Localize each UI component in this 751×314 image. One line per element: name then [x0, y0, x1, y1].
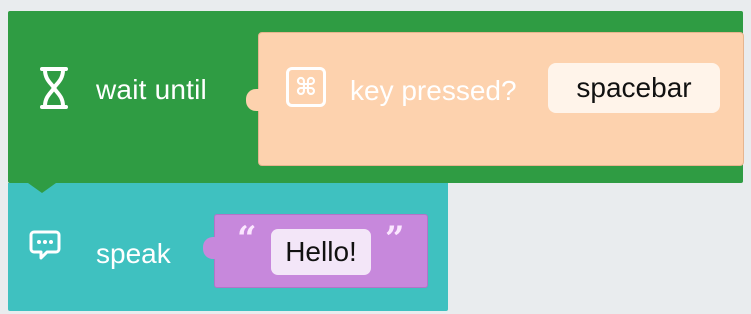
wait-until-label: wait until	[96, 74, 207, 105]
key-pressed-block[interactable]: ⌘ key pressed? spacebar	[246, 32, 744, 166]
key-pressed-label: key pressed?	[350, 75, 517, 106]
text-input-field[interactable]: Hello!	[271, 229, 371, 275]
open-quote-icon: “	[237, 219, 257, 259]
key-dropdown[interactable]: spacebar	[548, 63, 720, 113]
text-reporter-block[interactable]: “ Hello! ”	[203, 214, 428, 288]
speak-label: speak	[96, 238, 171, 269]
hourglass-icon	[40, 67, 68, 109]
puzzle-connector	[203, 237, 216, 259]
close-quote-icon: ”	[385, 219, 405, 259]
wait-until-block[interactable]: wait until ⌘ key pressed? spacebar	[8, 11, 744, 183]
command-key-icon: ⌘	[286, 67, 326, 107]
code-canvas: wait until ⌘ key pressed? spacebar speak…	[0, 0, 751, 314]
block-connector-notch	[28, 183, 56, 193]
speech-bubble-icon	[29, 230, 61, 260]
puzzle-connector	[246, 89, 260, 111]
